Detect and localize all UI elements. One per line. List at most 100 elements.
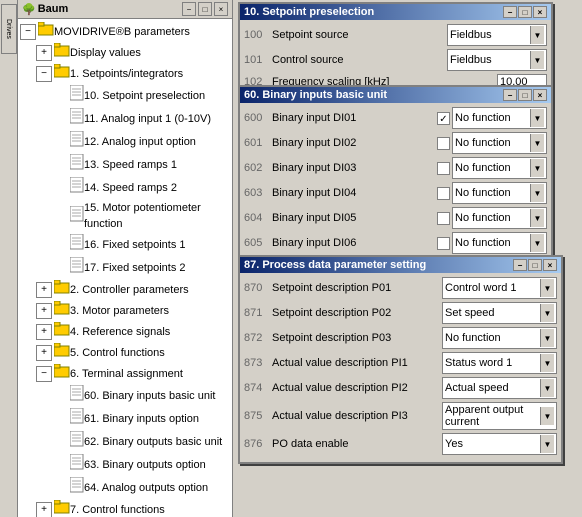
param-name-600: Binary input DI01 [272,112,433,124]
param-num-605: 605 [244,237,272,249]
tree-item-setpoints[interactable]: − 1. Setpoints/integrators [18,63,232,84]
select-arrow[interactable]: ▼ [540,379,554,397]
select-arrow[interactable]: ▼ [530,209,544,227]
select-arrow[interactable]: ▼ [540,407,554,425]
param-row-603: 603 Binary input DI04 No function ▼ [244,182,547,204]
param-row-873: 873 Actual value description PI1 Status … [244,352,557,374]
folder-icon-display [54,43,70,62]
tree-label-t61: 61. Binary inputs option [84,411,230,427]
tree-close-btn[interactable]: × [214,2,228,16]
param-num-603: 603 [244,187,272,199]
select-arrow[interactable]: ▼ [530,26,544,44]
checkbox-600[interactable] [437,112,450,125]
select-value: Yes [445,438,540,450]
tree-label-setpoints: 1. Setpoints/integrators [70,66,230,82]
doc-icon-t61 [70,408,84,429]
tree-header-buttons: − □ × [182,2,228,16]
tree-expand-motor[interactable]: + [36,303,52,319]
doc-icon-sp11 [70,108,84,129]
param-name-603: Binary input DI04 [272,187,433,199]
select-arrow[interactable]: ▼ [530,234,544,252]
tree-expand-display[interactable]: + [36,45,52,61]
win-binary-titlebar: 60. Binary inputs basic unit − □ × [240,87,551,103]
param-name-873: Actual value description PI1 [272,357,438,369]
select-box: Control word 1 ▼ [442,277,557,299]
win-setpoint-titlebar: 10. Setpoint preselection − □ × [240,4,551,20]
tree-icon: 🌳 [22,3,36,16]
select-arrow[interactable]: ▼ [530,159,544,177]
select-value: Set speed [445,307,540,319]
param-name-604: Binary input DI05 [272,212,433,224]
select-arrow[interactable]: ▼ [540,435,554,453]
tree-expand-ctrl[interactable]: + [36,282,52,298]
tree-item-display[interactable]: + Display values [18,42,232,63]
checkbox-601[interactable] [437,137,450,150]
select-arrow[interactable]: ▼ [530,51,544,69]
tree-expand-ref[interactable]: + [36,324,52,340]
param-row-100: 100 Setpoint source Fieldbus ▼ [244,24,547,46]
win-setpoint-min-btn[interactable]: − [503,6,517,18]
select-arrow[interactable]: ▼ [530,109,544,127]
win-setpoint-max-btn[interactable]: □ [518,6,532,18]
select-arrow[interactable]: ▼ [530,184,544,202]
win-process-min-btn[interactable]: − [513,259,527,271]
tree-item-movidrive[interactable]: −MOVIDRIVE®B parameters [18,21,232,42]
tree-item-ctrl[interactable]: +2. Controller parameters [18,279,232,300]
tree-item-t61[interactable]: 61. Binary inputs option [18,407,232,430]
tree-expand-setpoints[interactable]: − [36,66,52,82]
tree-item-sp17[interactable]: 17. Fixed setpoints 2 [18,256,232,279]
tree-item-sp14[interactable]: 14. Speed ramps 2 [18,176,232,199]
checkbox-604[interactable] [437,212,450,225]
win-binary-close-btn[interactable]: × [533,89,547,101]
tree-item-sp16[interactable]: 16. Fixed setpoints 1 [18,233,232,256]
select-arrow[interactable]: ▼ [540,279,554,297]
checkbox-603[interactable] [437,187,450,200]
tree-item-sp13[interactable]: 13. Speed ramps 1 [18,153,232,176]
tree-item-t63[interactable]: 63. Binary outputs option [18,453,232,476]
checkbox-602[interactable] [437,162,450,175]
tree-label-t64: 64. Analog outputs option [84,480,230,496]
select-arrow[interactable]: ▼ [530,134,544,152]
param-num-100: 100 [244,29,272,41]
doc-icon-t60 [70,385,84,406]
tree-item-t62[interactable]: 62. Binary outputs basic unit [18,430,232,453]
tree-expand-ctrl2[interactable]: + [36,345,52,361]
win-setpoint-close-btn[interactable]: × [533,6,547,18]
tree-expand-ctrl3[interactable]: + [36,502,52,517]
select-value: No function [455,137,530,149]
tree-item-ref[interactable]: +4. Reference signals [18,321,232,342]
tree-item-t64[interactable]: 64. Analog outputs option [18,476,232,499]
checkbox-605[interactable] [437,237,450,250]
doc-icon-sp17 [70,257,84,278]
tree-item-ctrl2[interactable]: +5. Control functions [18,342,232,363]
win-process-close-btn[interactable]: × [543,259,557,271]
tree-item-motor[interactable]: +3. Motor parameters [18,300,232,321]
select-value: No function [455,212,530,224]
select-arrow[interactable]: ▼ [540,354,554,372]
select-box: Actual speed ▼ [442,377,557,399]
select-arrow[interactable]: ▼ [540,329,554,347]
tree-item-term[interactable]: −6. Terminal assignment [18,363,232,384]
tree-item-sp10[interactable]: 10. Setpoint preselection [18,84,232,107]
tree-label-display: Display values [70,45,230,61]
win-process-titlebar: 87. Process data parameter setting − □ × [240,257,561,273]
select-arrow[interactable]: ▼ [540,304,554,322]
tree-item-sp12[interactable]: 12. Analog input option [18,130,232,153]
tree-item-t60[interactable]: 60. Binary inputs basic unit [18,384,232,407]
doc-icon-sp12 [70,131,84,152]
win-binary-max-btn[interactable]: □ [518,89,532,101]
tree-item-sp11[interactable]: 11. Analog input 1 (0-10V) [18,107,232,130]
param-num-602: 602 [244,162,272,174]
tree-minimize-btn[interactable]: − [182,2,196,16]
tree-item-sp15[interactable]: 15. Motor potentiometer function [18,199,232,233]
win-binary-min-btn[interactable]: − [503,89,517,101]
tree-content[interactable]: −MOVIDRIVE®B parameters + Display values − 1… [18,19,232,517]
select-box: No function ▼ [452,182,547,204]
tree-item-ctrl3[interactable]: +7. Control functions [18,499,232,517]
tree-expand-movidrive[interactable]: − [20,24,36,40]
win-process-max-btn[interactable]: □ [528,259,542,271]
tree-maximize-btn[interactable]: □ [198,2,212,16]
sidebar-tab-drivers[interactable]: Drives [1,4,17,54]
select-box: No function ▼ [452,132,547,154]
tree-expand-term[interactable]: − [36,366,52,382]
